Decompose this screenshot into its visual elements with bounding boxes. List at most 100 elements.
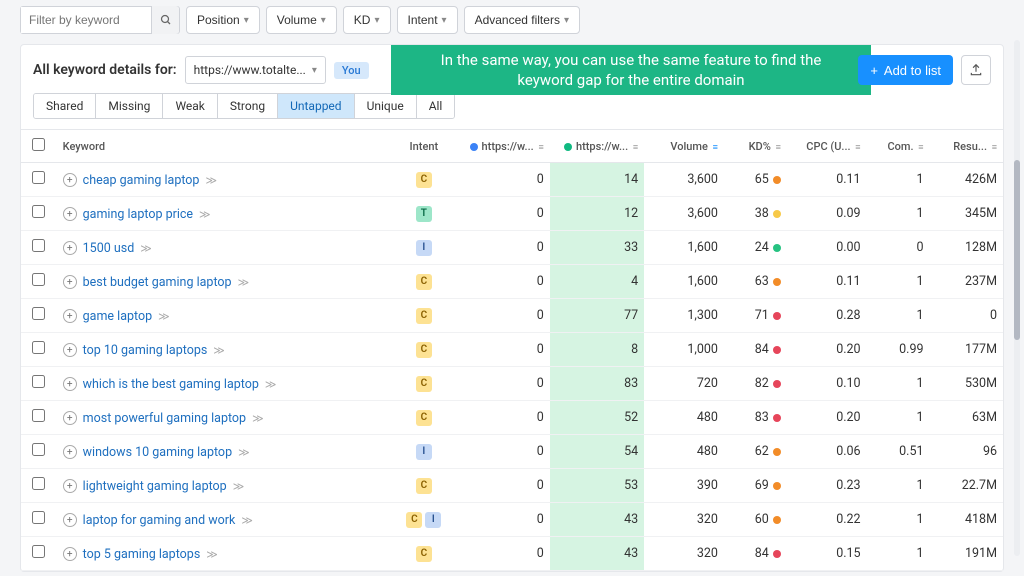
- expand-icon[interactable]: +: [63, 445, 77, 459]
- cell: 0.11: [787, 163, 867, 197]
- expand-icon[interactable]: +: [63, 275, 77, 289]
- col-results[interactable]: Resu... ≡: [930, 130, 1004, 163]
- cell: 82: [724, 367, 787, 401]
- tab-weak[interactable]: Weak: [163, 94, 217, 118]
- col-kd[interactable]: KD% ≡: [724, 130, 787, 163]
- row-checkbox[interactable]: [32, 477, 45, 490]
- table-row: +lightweight gaming laptop≫C053390690.23…: [21, 469, 1003, 503]
- keyword-filter-input[interactable]: [21, 7, 151, 33]
- cell: 0.28: [787, 299, 867, 333]
- plus-icon: +: [870, 63, 878, 78]
- keyword-link[interactable]: +best budget gaming laptop≫: [63, 275, 249, 290]
- cell: 0.51: [867, 435, 930, 469]
- row-checkbox[interactable]: [32, 239, 45, 252]
- col-cpc[interactable]: CPC (U... ≡: [787, 130, 867, 163]
- keyword-link[interactable]: +gaming laptop price≫: [63, 207, 211, 222]
- keyword-link[interactable]: +cheap gaming laptop≫: [63, 173, 217, 188]
- filter-advanced[interactable]: Advanced filters▾: [464, 6, 580, 34]
- table-row: +laptop for gaming and work≫CI043320600.…: [21, 503, 1003, 537]
- expand-icon[interactable]: +: [63, 207, 77, 221]
- cell: 0.09: [787, 197, 867, 231]
- col-domain1[interactable]: https://w... ≡: [455, 130, 549, 163]
- col-domain2[interactable]: https://w... ≡: [550, 130, 644, 163]
- keyword-link[interactable]: +windows 10 gaming laptop≫: [63, 445, 250, 460]
- angles-icon: ≫: [205, 174, 217, 187]
- export-button[interactable]: [961, 55, 991, 85]
- angles-icon: ≫: [233, 480, 245, 493]
- row-checkbox[interactable]: [32, 341, 45, 354]
- row-checkbox[interactable]: [32, 273, 45, 286]
- expand-icon[interactable]: +: [63, 173, 77, 187]
- intent-badge: C: [416, 546, 432, 562]
- cell: 0: [455, 469, 549, 503]
- intent-badge: I: [416, 240, 432, 256]
- cell: 83: [550, 367, 644, 401]
- keyword-link[interactable]: +game laptop≫: [63, 309, 170, 324]
- cell: 0: [455, 231, 549, 265]
- tab-unique[interactable]: Unique: [355, 94, 417, 118]
- expand-icon[interactable]: +: [63, 411, 77, 425]
- angles-icon: ≫: [238, 446, 250, 459]
- scrollbar-thumb[interactable]: [1014, 160, 1020, 340]
- cell: 83: [724, 401, 787, 435]
- row-checkbox[interactable]: [32, 171, 45, 184]
- tab-shared[interactable]: Shared: [34, 94, 96, 118]
- cell: 720: [644, 367, 724, 401]
- expand-icon[interactable]: +: [63, 309, 77, 323]
- cell: 1: [867, 469, 930, 503]
- filter-volume[interactable]: Volume▾: [266, 6, 337, 34]
- keyword-link[interactable]: +top 5 gaming laptops≫: [63, 547, 218, 562]
- cell: 0: [455, 367, 549, 401]
- expand-icon[interactable]: +: [63, 377, 77, 391]
- angles-icon: ≫: [158, 310, 170, 323]
- cell: 237M: [930, 265, 1004, 299]
- cell: 1: [867, 503, 930, 537]
- kd-dot-icon: [773, 346, 781, 354]
- kd-dot-icon: [773, 312, 781, 320]
- keyword-link[interactable]: +1500 usd≫: [63, 241, 152, 256]
- row-checkbox[interactable]: [32, 443, 45, 456]
- select-all-checkbox[interactable]: [32, 138, 45, 151]
- row-checkbox[interactable]: [32, 307, 45, 320]
- cell: 480: [644, 401, 724, 435]
- tab-strong[interactable]: Strong: [218, 94, 278, 118]
- col-volume[interactable]: Volume ≡: [644, 130, 724, 163]
- expand-icon[interactable]: +: [63, 479, 77, 493]
- col-intent[interactable]: Intent: [392, 130, 455, 163]
- tab-all[interactable]: All: [417, 94, 455, 118]
- search-icon[interactable]: [151, 6, 179, 34]
- col-keyword[interactable]: Keyword: [57, 130, 393, 163]
- row-checkbox[interactable]: [32, 205, 45, 218]
- intent-badge: I: [425, 512, 441, 528]
- expand-icon[interactable]: +: [63, 343, 77, 357]
- expand-icon[interactable]: +: [63, 513, 77, 527]
- add-to-list-button[interactable]: +Add to list: [858, 55, 953, 85]
- filter-position[interactable]: Position▾: [186, 6, 260, 34]
- tab-untapped[interactable]: Untapped: [278, 94, 354, 118]
- scrollbar-track[interactable]: [1014, 40, 1020, 556]
- keyword-link[interactable]: +which is the best gaming laptop≫: [63, 377, 277, 392]
- cell: 60: [724, 503, 787, 537]
- you-badge: You: [334, 62, 369, 79]
- cell: 0.15: [787, 537, 867, 571]
- row-checkbox[interactable]: [32, 375, 45, 388]
- keyword-link[interactable]: +most powerful gaming laptop≫: [63, 411, 264, 426]
- keyword-link[interactable]: +top 10 gaming laptops≫: [63, 343, 225, 358]
- domain-dropdown[interactable]: https://www.totalte...▾: [185, 56, 326, 84]
- cell: 0: [455, 401, 549, 435]
- expand-icon[interactable]: +: [63, 547, 77, 561]
- keyword-link[interactable]: +lightweight gaming laptop≫: [63, 479, 245, 494]
- col-com[interactable]: Com. ≡: [867, 130, 930, 163]
- keyword-link[interactable]: +laptop for gaming and work≫: [63, 513, 253, 528]
- chevron-down-icon: ▾: [312, 65, 317, 76]
- row-checkbox[interactable]: [32, 545, 45, 558]
- row-checkbox[interactable]: [32, 409, 45, 422]
- row-checkbox[interactable]: [32, 511, 45, 524]
- filter-kd[interactable]: KD▾: [343, 6, 391, 34]
- cell: 1: [867, 401, 930, 435]
- expand-icon[interactable]: +: [63, 241, 77, 255]
- tab-missing[interactable]: Missing: [96, 94, 163, 118]
- filter-intent[interactable]: Intent▾: [397, 6, 458, 34]
- cell: 0.23: [787, 469, 867, 503]
- table-row: +which is the best gaming laptop≫C083720…: [21, 367, 1003, 401]
